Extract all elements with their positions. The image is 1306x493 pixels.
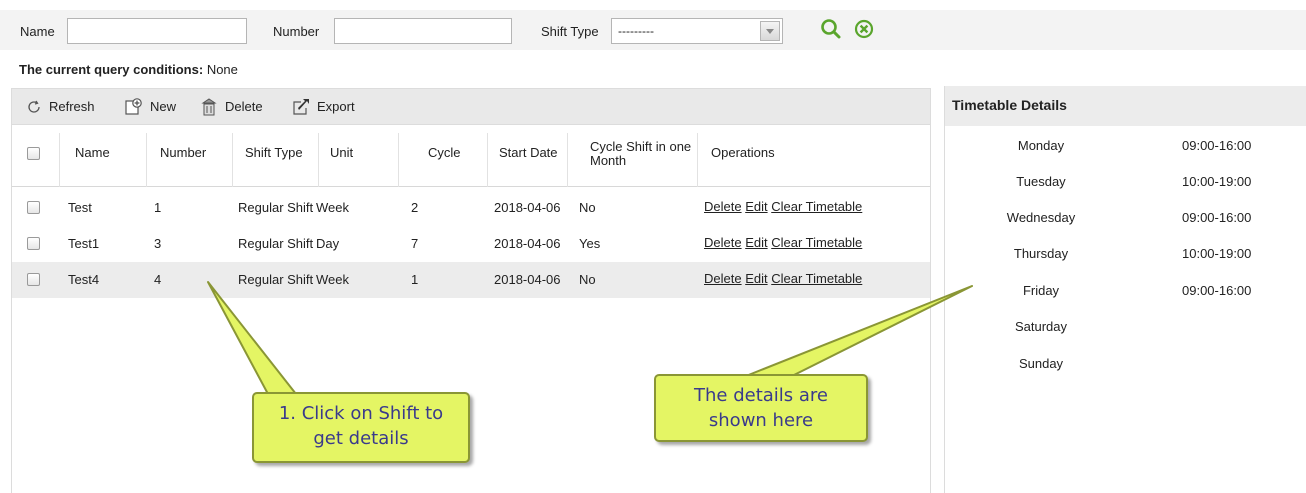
row-operations: Delete Edit Clear Timetable xyxy=(704,271,862,286)
chevron-down-icon[interactable] xyxy=(760,21,780,41)
refresh-label: Refresh xyxy=(49,99,95,114)
shift-type-label: Shift Type xyxy=(541,24,599,39)
query-bar: Name Number Shift Type --------- xyxy=(0,10,1306,50)
new-icon xyxy=(124,97,144,116)
clear-timetable-link[interactable]: Clear Timetable xyxy=(771,199,862,214)
cell-start-date: 2018-04-06 xyxy=(494,200,561,215)
col-operations: Operations xyxy=(711,145,775,160)
col-number[interactable]: Number xyxy=(147,133,233,187)
clear-icon[interactable] xyxy=(852,17,876,41)
cell-shift-type: Regular Shift xyxy=(238,272,314,287)
delete-label: Delete xyxy=(225,99,263,114)
time-monday: 09:00-16:00 xyxy=(1182,138,1252,153)
cell-cycle: 2 xyxy=(411,200,419,215)
query-conditions-label: The current query conditions: xyxy=(19,62,204,77)
col-unit[interactable]: Unit xyxy=(319,133,399,187)
cell-shift-type: Regular Shift xyxy=(238,200,314,215)
query-conditions: The current query conditions: None xyxy=(19,62,238,77)
callout-details-shown: The details are shown here xyxy=(654,374,868,442)
row-operations: Delete Edit Clear Timetable xyxy=(704,235,862,250)
cell-number: 1 xyxy=(154,200,162,215)
edit-link[interactable]: Edit xyxy=(745,199,767,214)
header-checkbox-col xyxy=(12,133,60,187)
day-monday: Monday xyxy=(1017,138,1065,153)
number-label: Number xyxy=(273,24,320,39)
col-name[interactable]: Name xyxy=(60,133,147,187)
cell-unit: Week xyxy=(316,200,349,215)
cell-name: Test1 xyxy=(68,236,100,251)
time-friday: 09:00-16:00 xyxy=(1182,283,1252,298)
cell-cycle: 7 xyxy=(411,236,419,251)
col-shift-type[interactable]: Shift Type xyxy=(233,133,319,187)
day-saturday: Saturday xyxy=(1014,319,1068,334)
timetable-details-title: Timetable Details xyxy=(945,86,1306,126)
day-wednesday: Wednesday xyxy=(1006,210,1076,225)
day-sunday: Sunday xyxy=(1018,356,1064,371)
delete-link[interactable]: Delete xyxy=(704,199,742,214)
row-checkbox[interactable] xyxy=(27,237,40,250)
shift-type-select[interactable]: --------- xyxy=(611,18,783,44)
cell-cycle-shift: No xyxy=(579,272,596,287)
delete-button[interactable]: Delete xyxy=(199,89,263,124)
clear-timetable-link[interactable]: Clear Timetable xyxy=(771,271,862,286)
day-tuesday: Tuesday xyxy=(1016,174,1066,189)
new-button[interactable]: New xyxy=(124,89,176,124)
export-button[interactable]: Export xyxy=(291,89,355,124)
cell-cycle-shift: No xyxy=(579,200,596,215)
cell-cycle-shift: Yes xyxy=(579,236,601,251)
callout-details-shown-line1: The details are xyxy=(694,385,828,406)
delete-link[interactable]: Delete xyxy=(704,271,742,286)
col-start-date[interactable]: Start Date xyxy=(488,133,568,187)
col-cycle[interactable]: Cycle xyxy=(399,133,488,187)
cell-cycle: 1 xyxy=(411,272,419,287)
callout-click-shift-line1: 1. Click on Shift to xyxy=(278,403,444,424)
edit-link[interactable]: Edit xyxy=(745,235,767,250)
col-cycle-shift[interactable]: Cycle Shift in one Month xyxy=(568,133,698,187)
search-icon[interactable] xyxy=(819,17,843,41)
table-row[interactable]: Test1 3 Regular Shift Day 7 2018-04-06 Y… xyxy=(12,226,930,262)
cell-start-date: 2018-04-06 xyxy=(494,236,561,251)
table-row[interactable]: Test 1 Regular Shift Week 2 2018-04-06 N… xyxy=(12,190,930,226)
export-icon xyxy=(291,98,311,116)
refresh-button[interactable]: Refresh xyxy=(25,89,95,124)
time-thursday: 10:00-19:00 xyxy=(1182,246,1252,261)
name-input[interactable] xyxy=(67,18,247,44)
export-label: Export xyxy=(317,99,355,114)
clear-timetable-link[interactable]: Clear Timetable xyxy=(771,235,862,250)
new-label: New xyxy=(150,99,177,114)
table-header: Name Number Shift Type Unit Cycle Start … xyxy=(12,133,930,187)
row-checkbox[interactable] xyxy=(27,201,40,214)
delete-link[interactable]: Delete xyxy=(704,235,742,250)
row-checkbox[interactable] xyxy=(27,273,40,286)
cell-name: Test xyxy=(68,200,92,215)
shift-type-value: --------- xyxy=(618,24,654,38)
callout-click-shift: 1. Click on Shift to get details xyxy=(252,392,470,463)
table-row-selected[interactable]: Test4 4 Regular Shift Week 1 2018-04-06 … xyxy=(12,262,930,298)
cell-start-date: 2018-04-06 xyxy=(494,272,561,287)
refresh-icon xyxy=(25,98,43,116)
toolbar: Refresh New Delete Export xyxy=(11,88,931,125)
timetable-details-panel: Timetable Details Monday 09:00-16:00 Tue… xyxy=(944,86,1306,493)
query-conditions-value: None xyxy=(206,62,238,77)
callout-details-shown-line2: shown here xyxy=(708,410,814,431)
trash-icon xyxy=(199,97,219,117)
edit-link[interactable]: Edit xyxy=(745,271,767,286)
cell-unit: Week xyxy=(316,272,349,287)
number-input[interactable] xyxy=(334,18,512,44)
name-label: Name xyxy=(20,24,55,39)
callout-click-shift-line2: get details xyxy=(313,428,409,449)
row-operations: Delete Edit Clear Timetable xyxy=(704,199,862,214)
time-tuesday: 10:00-19:00 xyxy=(1182,174,1252,189)
cell-shift-type: Regular Shift xyxy=(238,236,314,251)
cell-unit: Day xyxy=(316,236,340,251)
cell-number: 3 xyxy=(154,236,162,251)
day-thursday: Thursday xyxy=(1013,246,1069,261)
cell-name: Test4 xyxy=(68,272,100,287)
day-friday: Friday xyxy=(1022,283,1060,298)
cell-number: 4 xyxy=(154,272,162,287)
time-wednesday: 09:00-16:00 xyxy=(1182,210,1252,225)
